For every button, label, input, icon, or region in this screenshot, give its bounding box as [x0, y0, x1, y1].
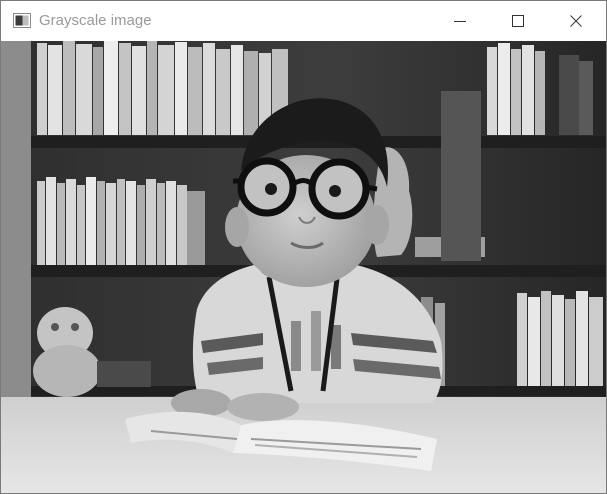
minimize-icon — [454, 21, 466, 22]
image-window: Grayscale image — [0, 0, 607, 494]
maximize-icon — [512, 15, 524, 27]
window-title: Grayscale image — [39, 12, 152, 29]
bookcase-panel — [441, 91, 481, 261]
books-middle-left — [37, 177, 205, 265]
wooden-box — [97, 361, 151, 387]
books-top-right — [487, 43, 593, 135]
left-window-light — [1, 41, 31, 411]
title-bar[interactable]: Grayscale image — [1, 1, 606, 41]
image-canvas[interactable] — [1, 41, 606, 493]
grayscale-photo — [1, 41, 606, 493]
app-window-icon — [13, 13, 31, 28]
close-button[interactable] — [547, 1, 605, 41]
books-top-left — [37, 41, 288, 135]
maximize-button[interactable] — [489, 1, 547, 41]
minimize-button[interactable] — [431, 1, 489, 41]
close-icon — [570, 15, 582, 27]
